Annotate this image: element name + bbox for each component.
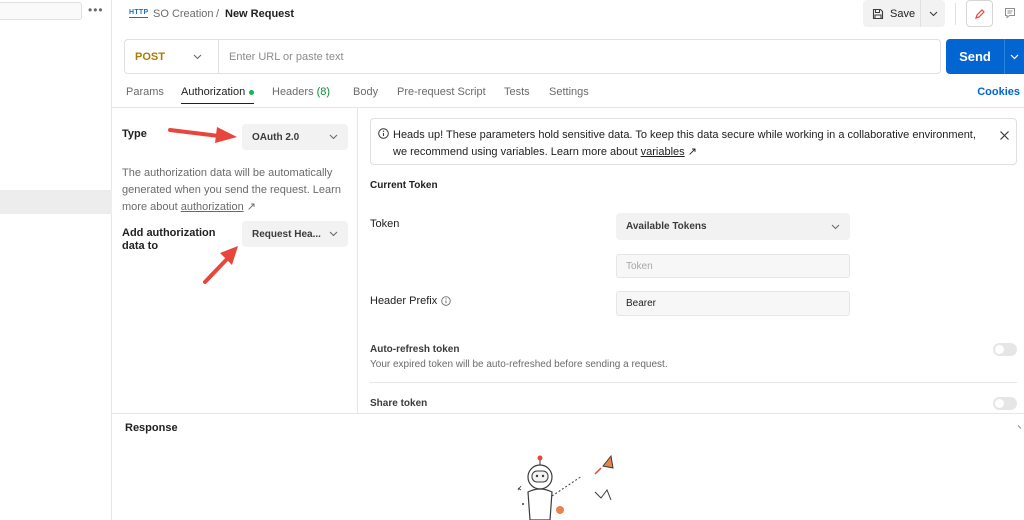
chevron-down-icon — [193, 54, 202, 59]
variables-link[interactable]: variables — [641, 146, 685, 158]
tab-headers[interactable]: Headers (8) — [272, 86, 330, 98]
auto-refresh-toggle[interactable] — [993, 343, 1017, 356]
response-divider — [112, 413, 1024, 414]
auto-refresh-title: Auto-refresh token — [370, 344, 460, 355]
header-divider — [955, 3, 956, 25]
auto-refresh-description: Your expired token will be auto-refreshe… — [370, 359, 668, 370]
add-auth-data-value: Request Hea... — [252, 228, 321, 240]
breadcrumb-current[interactable]: New Request — [225, 8, 294, 20]
alert-message: Heads up! These parameters hold sensitiv… — [393, 129, 976, 158]
breadcrumb-parent[interactable]: SO Creation — [153, 8, 214, 20]
info-icon — [378, 128, 389, 139]
section-divider — [370, 382, 1017, 383]
external-link-icon: ↗ — [687, 146, 697, 158]
pencil-icon — [974, 8, 985, 19]
current-token-title: Current Token — [370, 180, 438, 191]
sidebar: ••• — [0, 0, 112, 520]
more-options-icon[interactable]: ••• — [88, 3, 104, 17]
method-label: POST — [135, 50, 165, 63]
headers-count: (8) — [316, 86, 331, 98]
save-button[interactable]: Save — [863, 0, 945, 27]
url-bar: POST — [124, 39, 941, 74]
type-label: Type — [122, 128, 147, 140]
close-icon[interactable] — [999, 130, 1010, 141]
send-label: Send — [959, 49, 991, 64]
sensitive-data-alert: Heads up! These parameters hold sensitiv… — [370, 118, 1017, 165]
response-title: Response — [125, 422, 178, 434]
auth-description: The authorization data will be automatic… — [122, 165, 342, 216]
edit-button[interactable] — [966, 0, 993, 27]
method-select[interactable]: POST — [125, 40, 219, 73]
tab-headers-label: Headers — [272, 86, 314, 98]
auth-type-value: OAuth 2.0 — [252, 131, 300, 143]
tab-authorization[interactable]: Authorization — [181, 86, 255, 104]
astronaut-rocket-illustration — [517, 454, 614, 520]
save-label: Save — [890, 7, 916, 20]
token-config-panel: Heads up! These parameters hold sensitiv… — [358, 108, 1024, 413]
available-tokens-label: Available Tokens — [626, 221, 707, 232]
info-icon[interactable] — [441, 296, 452, 306]
send-dropdown[interactable] — [1004, 39, 1024, 74]
add-auth-data-select[interactable]: Request Hea... — [242, 221, 348, 247]
active-dot-icon — [249, 89, 255, 95]
auth-type-select[interactable]: OAuth 2.0 — [242, 124, 348, 150]
save-icon — [872, 8, 884, 19]
share-token-toggle[interactable] — [993, 397, 1017, 410]
token-input[interactable] — [616, 254, 850, 278]
chevron-down-icon — [831, 224, 840, 229]
header-prefix-text: Header Prefix — [370, 295, 438, 307]
send-button[interactable]: Send — [946, 39, 1024, 74]
header-prefix-input[interactable] — [616, 291, 850, 316]
comment-icon — [1005, 8, 1015, 19]
authorization-link[interactable]: authorization — [181, 201, 244, 213]
request-header: HTTP SO Creation / New Request Save — [112, 0, 1024, 36]
alert-text: Heads up! These parameters hold sensitiv… — [393, 127, 983, 161]
chevron-down-icon — [1010, 54, 1019, 59]
share-token-title: Share token — [370, 398, 428, 409]
tab-params[interactable]: Params — [126, 86, 164, 98]
save-dropdown[interactable] — [921, 11, 945, 17]
sidebar-search[interactable] — [0, 2, 82, 20]
chevron-down-icon — [329, 134, 338, 140]
tab-settings[interactable]: Settings — [549, 86, 589, 98]
url-input[interactable] — [219, 41, 940, 72]
chevron-down-icon[interactable] — [1018, 424, 1024, 430]
chevron-down-icon — [329, 231, 338, 237]
cookies-link[interactable]: Cookies — [977, 86, 1020, 98]
tab-tests[interactable]: Tests — [504, 86, 530, 98]
chevron-down-icon — [929, 11, 937, 16]
annotation-arrow-type — [168, 127, 237, 143]
tab-prerequest-script[interactable]: Pre-request Script — [397, 86, 486, 98]
http-icon: HTTP — [129, 9, 149, 18]
external-link-icon: ↗ — [246, 201, 256, 213]
header-prefix-label: Header Prefix — [370, 295, 452, 307]
comment-button[interactable] — [999, 2, 1021, 24]
request-tabs: Params Authorization Headers (8) Body Pr… — [124, 86, 1024, 106]
annotation-arrow-add-to — [203, 246, 238, 284]
tab-authorization-label: Authorization — [181, 86, 246, 98]
sidebar-selected-item[interactable] — [0, 190, 112, 214]
tab-body[interactable]: Body — [353, 86, 378, 98]
breadcrumb-separator: / — [216, 8, 220, 20]
save-main[interactable]: Save — [863, 0, 921, 27]
available-tokens-select[interactable]: Available Tokens — [616, 213, 850, 240]
token-label: Token — [370, 218, 400, 230]
